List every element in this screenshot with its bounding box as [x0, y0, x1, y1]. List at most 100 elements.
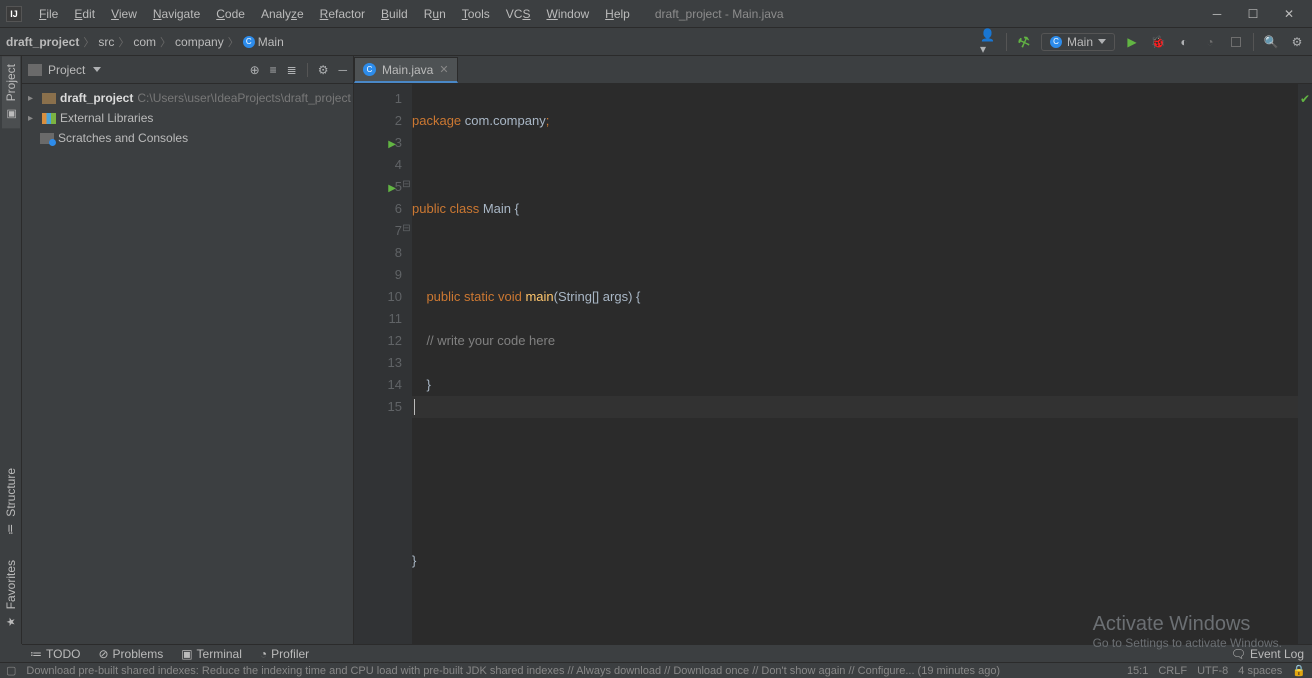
- line-number[interactable]: 1: [354, 88, 402, 110]
- run-gutter-icon[interactable]: ▶: [384, 178, 396, 200]
- close-icon[interactable]: ✕: [1282, 7, 1296, 21]
- crumb-company[interactable]: company: [175, 35, 224, 49]
- maximize-icon[interactable]: ☐: [1246, 7, 1260, 21]
- menu-window[interactable]: Window: [539, 4, 596, 24]
- project-icon: [28, 64, 42, 76]
- tool-tab-profiler[interactable]: ◔Profiler: [260, 647, 309, 661]
- breadcrumbs: draft_project 〉 src 〉 com 〉 company 〉 CM…: [6, 34, 284, 50]
- expand-all-icon[interactable]: ≡: [270, 63, 277, 77]
- build-icon[interactable]: ⚒: [1012, 30, 1035, 53]
- crumb-src[interactable]: src: [98, 35, 114, 49]
- menu-build[interactable]: Build: [374, 4, 415, 24]
- line-number[interactable]: 11: [354, 308, 402, 330]
- left-tool-strip: ▣Project ≔Structure ★Favorites: [0, 56, 22, 644]
- locate-icon[interactable]: ⊕: [250, 63, 260, 77]
- tool-tab-terminal[interactable]: ▣ Terminal: [181, 647, 242, 661]
- line-number[interactable]: 13: [354, 352, 402, 374]
- menu-analyze[interactable]: Analyze: [254, 4, 311, 24]
- tool-tab-favorites[interactable]: ★Favorites: [2, 552, 20, 636]
- run-gutter-icon[interactable]: ▶: [384, 134, 396, 156]
- tree-ext-libs[interactable]: ▸ External Libraries: [22, 108, 353, 128]
- run-config-selector[interactable]: C Main: [1041, 33, 1115, 51]
- editor-tab-main[interactable]: C Main.java ✕: [354, 57, 458, 83]
- coverage-icon[interactable]: ◐: [1175, 33, 1193, 51]
- terminal-icon: ▣: [181, 647, 192, 661]
- tree-root[interactable]: ▸ draft_project C:\Users\user\IdeaProjec…: [22, 88, 353, 108]
- code-content[interactable]: package com.company; public class Main {…: [412, 88, 1298, 616]
- minimize-icon[interactable]: ─: [1210, 7, 1224, 21]
- crumb-main[interactable]: CMain: [243, 35, 284, 49]
- folder-icon: ▣: [4, 109, 17, 119]
- line-number[interactable]: 4: [354, 154, 402, 176]
- line-number[interactable]: 10: [354, 286, 402, 308]
- line-number[interactable]: 7: [354, 220, 402, 242]
- status-encoding[interactable]: UTF-8: [1197, 665, 1228, 677]
- line-number[interactable]: 15: [354, 396, 402, 418]
- collaborators-icon[interactable]: 👤▾: [980, 33, 998, 51]
- menu-edit[interactable]: Edit: [67, 4, 102, 24]
- line-number[interactable]: 8: [354, 242, 402, 264]
- tool-tab-terminal-label: Terminal: [197, 647, 242, 661]
- run-icon[interactable]: ▶: [1123, 33, 1141, 51]
- settings-icon[interactable]: ⚙: [1288, 33, 1306, 51]
- menu-bar: File Edit View Navigate Code Analyze Ref…: [32, 4, 637, 24]
- menu-tools[interactable]: Tools: [455, 4, 497, 24]
- profiler-icon: ◔: [260, 647, 267, 661]
- tool-tab-problems[interactable]: ⊘Problems: [98, 647, 163, 661]
- class-icon: C: [363, 63, 376, 76]
- collapse-all-icon[interactable]: ≣: [287, 63, 297, 77]
- expand-icon[interactable]: ▸: [28, 93, 38, 104]
- analysis-ok-icon[interactable]: ✔: [1300, 88, 1310, 110]
- fold-icon[interactable]: ⊟: [402, 224, 411, 233]
- lock-icon[interactable]: 🔒: [1292, 664, 1306, 677]
- view-mode-dropdown-icon[interactable]: [93, 67, 101, 72]
- status-message[interactable]: Download pre-built shared indexes: Reduc…: [26, 665, 1117, 677]
- debug-icon[interactable]: 🐞: [1149, 33, 1167, 51]
- project-panel-title[interactable]: Project: [48, 63, 85, 77]
- method: main: [522, 289, 554, 304]
- class-icon: C: [1050, 36, 1062, 48]
- panel-settings-icon[interactable]: ⚙: [318, 63, 329, 77]
- menu-run[interactable]: Run: [417, 4, 453, 24]
- tool-tab-structure[interactable]: ≔Structure: [2, 460, 20, 544]
- status-indent[interactable]: 4 spaces: [1238, 665, 1282, 677]
- statusbar-toggle-icon[interactable]: ▢: [6, 664, 16, 677]
- tool-tab-project[interactable]: ▣Project: [2, 56, 20, 128]
- search-icon[interactable]: 🔍: [1262, 33, 1280, 51]
- menu-vcs[interactable]: VCS: [499, 4, 538, 24]
- project-tree[interactable]: ▸ draft_project C:\Users\user\IdeaProjec…: [22, 84, 353, 152]
- line-number[interactable]: 2: [354, 110, 402, 132]
- keyword: public: [412, 201, 446, 216]
- status-position[interactable]: 15:1: [1127, 665, 1148, 677]
- crumb-project[interactable]: draft_project: [6, 35, 79, 49]
- tool-tab-todo-label: TODO: [46, 647, 80, 661]
- tool-tab-todo[interactable]: ≔TODO: [30, 647, 80, 661]
- error-stripe[interactable]: ✔: [1298, 84, 1312, 644]
- profile-icon[interactable]: ◔: [1201, 33, 1219, 51]
- menu-file[interactable]: File: [32, 4, 65, 24]
- menu-navigate[interactable]: Navigate: [146, 4, 207, 24]
- crumb-com[interactable]: com: [133, 35, 156, 49]
- menu-help[interactable]: Help: [598, 4, 637, 24]
- project-panel-header: Project ⊕ ≡ ≣ ⚙ ─: [22, 56, 353, 84]
- menu-view[interactable]: View: [104, 4, 144, 24]
- line-number[interactable]: 6: [354, 198, 402, 220]
- hide-panel-icon[interactable]: ─: [338, 63, 347, 77]
- tree-scratches[interactable]: Scratches and Consoles: [22, 128, 353, 148]
- menu-code[interactable]: Code: [209, 4, 252, 24]
- line-number[interactable]: 14: [354, 374, 402, 396]
- line-number[interactable]: 12: [354, 330, 402, 352]
- expand-icon[interactable]: ▸: [28, 113, 38, 124]
- line-number[interactable]: 9: [354, 264, 402, 286]
- tree-scratches-label: Scratches and Consoles: [58, 131, 188, 145]
- stop-icon[interactable]: [1227, 33, 1245, 51]
- code-editor[interactable]: 1 2 3 4 5 6 7 8 9 10 11 12 13 14 15 ▶ ▶ …: [354, 84, 1312, 644]
- menu-refactor[interactable]: Refactor: [313, 4, 372, 24]
- brace: {: [515, 201, 519, 216]
- close-tab-icon[interactable]: ✕: [439, 63, 448, 76]
- star-icon: ★: [4, 617, 17, 627]
- status-line-ending[interactable]: CRLF: [1158, 665, 1187, 677]
- windows-activation-watermark: Activate Windows Go to Settings to activ…: [1093, 613, 1282, 650]
- fold-icon[interactable]: ⊟: [402, 180, 411, 189]
- fold-column: ⊟ ⊟: [402, 84, 412, 644]
